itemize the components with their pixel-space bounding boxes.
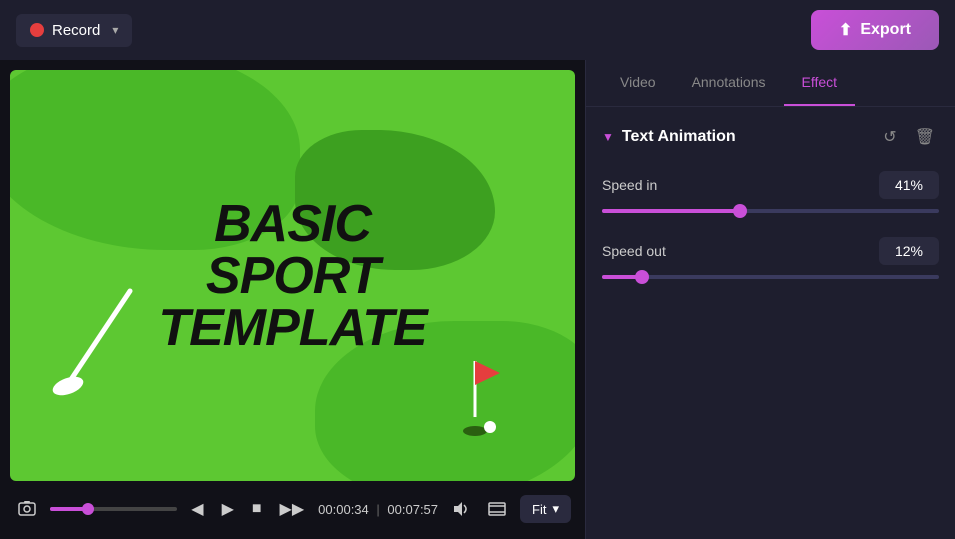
record-dot-icon xyxy=(30,23,44,37)
speed-in-value: 41% xyxy=(879,171,939,199)
export-button[interactable]: ⬆ Export xyxy=(811,10,939,50)
header: Record ▾ ⬆ Export xyxy=(0,0,955,60)
speed-out-control: Speed out 12% xyxy=(602,237,939,279)
fit-label: Fit xyxy=(532,502,546,517)
total-time: 00:07:57 xyxy=(387,502,438,517)
section-actions: ↺ 🗑 xyxy=(879,123,939,151)
speed-in-thumb[interactable] xyxy=(733,204,747,218)
video-text-line2: TEMPLATE xyxy=(151,302,434,354)
stop-button[interactable]: ■ xyxy=(248,496,266,522)
effect-panel-content: ▼ Text Animation ↺ 🗑 Speed in 41% xyxy=(586,107,955,539)
speed-in-label: Speed in xyxy=(602,177,657,193)
speed-in-control: Speed in 41% xyxy=(602,171,939,213)
video-preview: BASIC SPORT TEMPLATE xyxy=(10,70,575,481)
volume-button[interactable] xyxy=(448,496,474,522)
time-display: 00:00:34 | 00:07:57 xyxy=(318,502,438,517)
reset-button[interactable]: ↺ xyxy=(879,123,900,151)
speed-out-thumb[interactable] xyxy=(635,270,649,284)
tab-annotations[interactable]: Annotations xyxy=(674,60,784,106)
speed-out-value: 12% xyxy=(879,237,939,265)
video-text-overlay: BASIC SPORT TEMPLATE xyxy=(151,198,434,354)
section-header: ▼ Text Animation ↺ 🗑 xyxy=(602,123,939,151)
current-time: 00:00:34 xyxy=(318,502,369,517)
dropdown-chevron-icon: ▾ xyxy=(552,501,559,517)
record-button[interactable]: Record ▾ xyxy=(16,14,132,47)
section-title: Text Animation xyxy=(622,128,736,146)
speed-out-track[interactable] xyxy=(602,275,939,279)
video-canvas: BASIC SPORT TEMPLATE xyxy=(10,70,575,481)
step-back-button[interactable]: ◀ xyxy=(187,495,207,523)
speed-out-label-row: Speed out 12% xyxy=(602,237,939,265)
time-separator: | xyxy=(376,502,379,517)
progress-track[interactable] xyxy=(50,507,177,511)
screenshot-button[interactable] xyxy=(14,496,40,522)
export-icon: ⬆ xyxy=(839,20,852,40)
golf-hole-icon xyxy=(435,351,515,451)
main-content: BASIC SPORT TEMPLATE xyxy=(0,60,955,539)
speed-in-fill xyxy=(602,209,740,213)
tab-bar: Video Annotations Effect xyxy=(586,60,955,107)
video-text-line1: BASIC SPORT xyxy=(151,198,434,302)
speed-out-label: Speed out xyxy=(602,243,666,259)
speed-in-track[interactable] xyxy=(602,209,939,213)
collapse-arrow-icon[interactable]: ▼ xyxy=(602,130,614,144)
section-title-group: ▼ Text Animation xyxy=(602,128,736,146)
chevron-down-icon: ▾ xyxy=(112,23,118,37)
aspect-ratio-button[interactable] xyxy=(484,496,510,522)
golf-club-icon xyxy=(40,281,160,401)
delete-button[interactable]: 🗑 xyxy=(911,123,939,151)
progress-thumb[interactable] xyxy=(82,503,94,515)
play-button[interactable]: ▶ xyxy=(218,495,238,523)
speed-in-label-row: Speed in 41% xyxy=(602,171,939,199)
step-forward-button[interactable]: ▶▶ xyxy=(276,495,309,523)
record-label: Record xyxy=(52,22,100,39)
export-label: Export xyxy=(860,21,911,39)
tab-effect[interactable]: Effect xyxy=(784,60,856,106)
fit-dropdown[interactable]: Fit ▾ xyxy=(520,495,571,523)
progress-bar-container[interactable] xyxy=(50,507,177,511)
tab-video[interactable]: Video xyxy=(602,60,674,106)
playback-controls: ◀ ▶ ■ ▶▶ 00:00:34 | 00:07:57 xyxy=(10,489,575,529)
right-panel: Video Annotations Effect ▼ Text Animatio… xyxy=(585,60,955,539)
video-panel: BASIC SPORT TEMPLATE xyxy=(0,60,585,539)
